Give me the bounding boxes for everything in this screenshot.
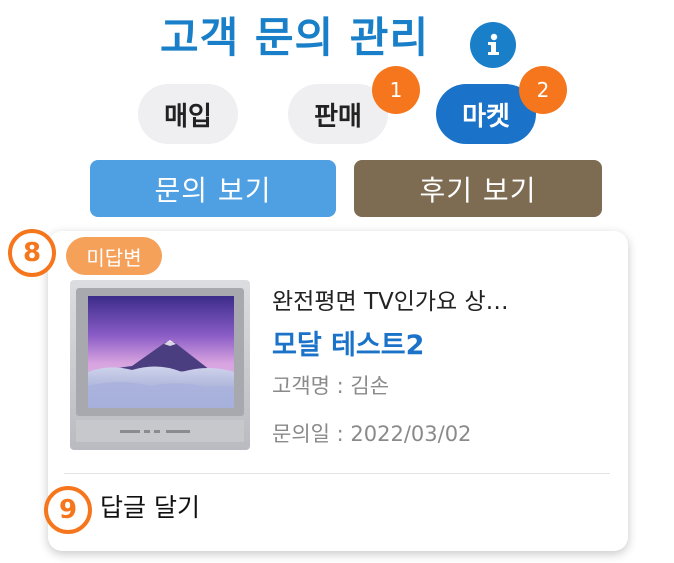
header: 고객 문의 관리 <box>0 8 674 68</box>
page-title: 고객 문의 관리 <box>160 13 430 62</box>
step-marker-8: 8 <box>8 229 56 277</box>
customer-name: 고객명 : 김손 <box>272 374 390 398</box>
tab-market-badge: 2 <box>519 66 567 114</box>
step-marker-9: 9 <box>44 486 92 534</box>
view-inquiries-button[interactable]: 문의 보기 <box>90 160 336 217</box>
tab-sales-label: 판매 <box>314 101 362 132</box>
reply-button[interactable]: 답글 달기 <box>100 488 200 524</box>
tab-sales-badge: 1 <box>372 66 420 114</box>
divider <box>64 473 610 474</box>
product-thumbnail <box>70 280 250 450</box>
product-name: 완전평면 TV인가요 상… <box>272 289 509 315</box>
inquiry-date: 문의일 : 2022/03/02 <box>272 422 472 446</box>
inquiry-title[interactable]: 모달 테스트2 <box>272 323 424 362</box>
tab-purchase[interactable]: 매입 <box>138 84 238 144</box>
tab-purchase-label: 매입 <box>164 101 212 132</box>
info-icon[interactable] <box>470 22 516 68</box>
info-glyph <box>488 33 499 55</box>
customer-inquiry-page: 고객 문의 관리 매입 판매 1 마켓 2 문의 보기 후기 보기 8 미답변 <box>0 0 674 563</box>
status-badge: 미답변 <box>66 237 162 275</box>
view-reviews-button[interactable]: 후기 보기 <box>354 160 602 217</box>
tab-market-label: 마켓 <box>462 101 510 132</box>
